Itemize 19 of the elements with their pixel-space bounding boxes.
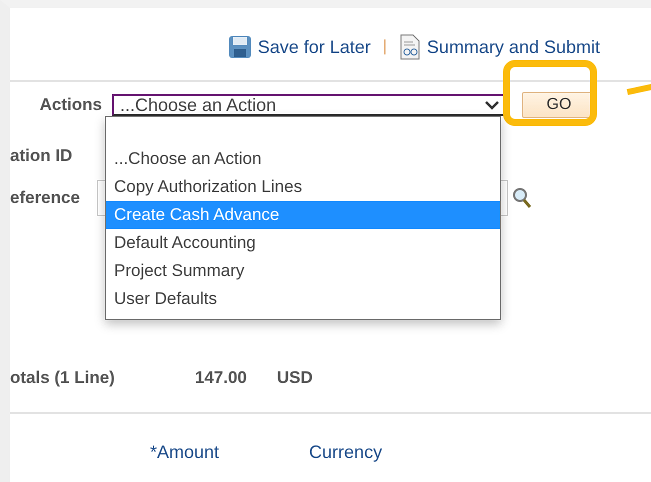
link-separator: |	[382, 38, 387, 56]
document-icon	[398, 34, 421, 60]
column-header: Currency	[309, 442, 382, 463]
option-item[interactable]: User Defaults	[106, 285, 500, 313]
field-label: ation ID	[10, 146, 74, 166]
totals-label: otals (1 Line)	[10, 368, 115, 388]
option-item[interactable]: Default Accounting	[106, 229, 500, 257]
option-item[interactable]: Project Summary	[106, 257, 500, 285]
save-link[interactable]: Save for Later	[228, 35, 371, 59]
submit-link[interactable]: Summary and Submit	[398, 34, 600, 60]
column-header: *Amount	[150, 442, 220, 463]
search-icon[interactable]	[512, 187, 532, 209]
totals-amount: 147.00	[194, 368, 247, 388]
option-item[interactable]: Copy Authorization Lines	[106, 173, 500, 201]
chevron-down-icon	[484, 100, 500, 110]
option-item[interactable]: ...Choose an Action	[106, 145, 500, 173]
totals-currency: USD	[276, 368, 313, 388]
field-label: Actions	[38, 95, 102, 115]
field-label: eference	[10, 188, 81, 208]
